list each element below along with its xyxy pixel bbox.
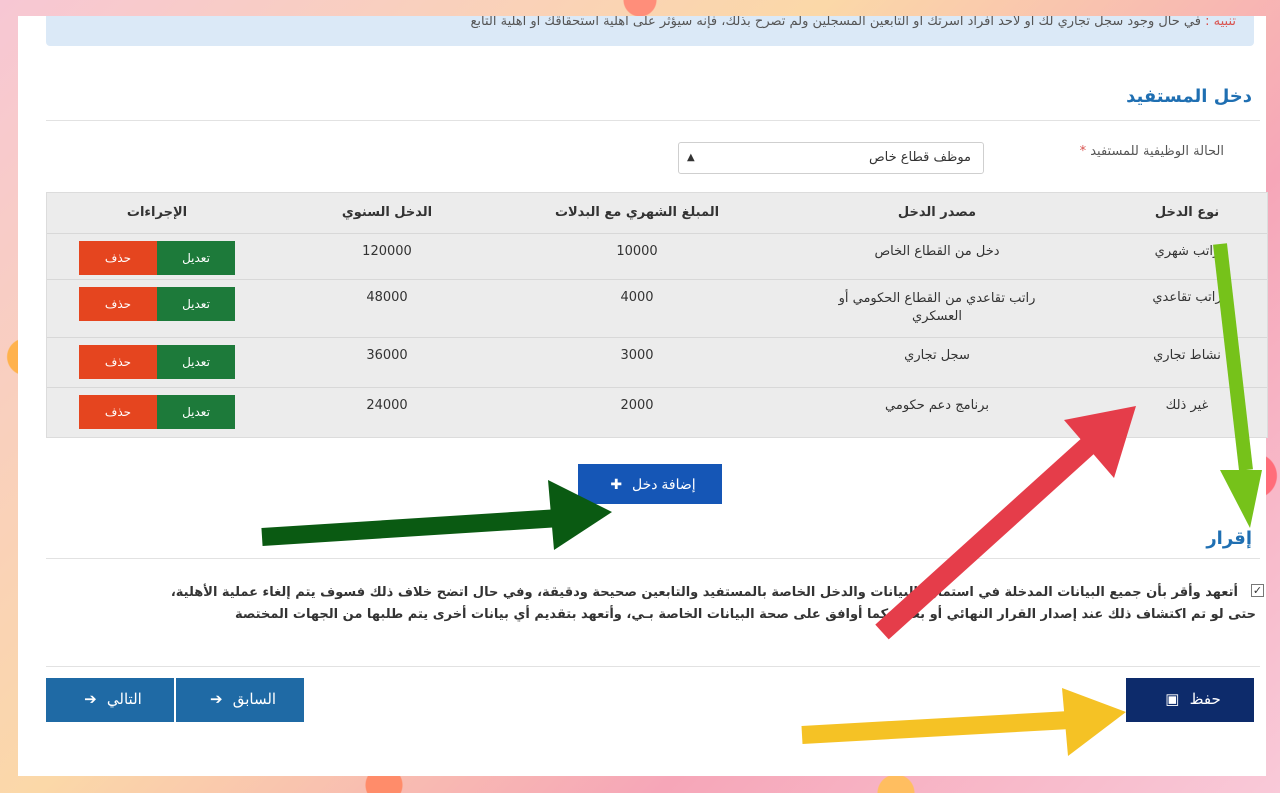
floppy-disk-icon: ▣: [1165, 691, 1180, 708]
cell-income-type: نشاط تجاري: [1107, 336, 1267, 387]
edit-button[interactable]: تعديل: [157, 240, 235, 275]
divider: [46, 666, 1260, 667]
required-mark: *: [1079, 144, 1087, 159]
add-income-button[interactable]: إضافة دخل ✚: [578, 464, 722, 504]
cell-income-source: برنامج دعم حكومي: [767, 386, 1107, 439]
plus-icon: ✚: [610, 476, 623, 492]
cell-income-type: غير ذلك: [1107, 386, 1267, 439]
cell-monthly-amount: 4000: [507, 278, 767, 337]
table-row: غير ذلك برنامج دعم حكومي 2000 24000 تعدي…: [47, 386, 1267, 439]
notice-banner: تنبيه : في حال وجود سجل تجاري لك أو لأحد…: [46, 16, 1254, 46]
income-section-title: دخل المستفيد: [1126, 86, 1252, 107]
cell-monthly-amount: 2000: [507, 386, 767, 439]
cell-annual-income: 120000: [267, 232, 507, 279]
declaration-text: أتعهد وأقر بأن جميع البيانات المدخلة في …: [46, 582, 1256, 626]
employment-status-value: موظف قطاع خاص: [868, 150, 971, 165]
delete-button[interactable]: حذف: [79, 286, 157, 321]
arrow-circle-icon: ➔: [209, 691, 223, 708]
notice-text: في حال وجود سجل تجاري لك أو لأحد أفراد أ…: [470, 16, 1201, 29]
delete-button[interactable]: حذف: [79, 394, 157, 429]
table-header-row: نوع الدخل مصدر الدخل المبلغ الشهري مع ال…: [47, 193, 1267, 233]
header-annual-income: الدخل السنوي: [341, 205, 433, 221]
cell-annual-income: 48000: [267, 278, 507, 337]
cell-actions: تعديلحذف: [47, 336, 267, 387]
declaration-title: إقرار: [1206, 528, 1252, 549]
header-income-type: نوع الدخل: [1154, 205, 1220, 221]
cell-income-type: راتب شهري: [1107, 232, 1267, 279]
declaration-line-2: حتى لو تم اكتشاف ذلك عند إصدار القرار ال…: [234, 607, 1256, 622]
header-income-source: مصدر الدخل: [897, 205, 977, 221]
arrow-circle-icon: ➔: [84, 691, 97, 708]
employment-status-select[interactable]: موظف قطاع خاص ▲: [678, 142, 984, 174]
edit-button[interactable]: تعديل: [157, 344, 235, 379]
declaration-line-1: أتعهد وأقر بأن جميع البيانات المدخلة في …: [170, 585, 1238, 600]
add-income-label: إضافة دخل: [632, 476, 696, 492]
main-panel: تنبيه : في حال وجود سجل تجاري لك أو لأحد…: [18, 16, 1268, 776]
save-button[interactable]: حفظ ▣: [1126, 678, 1254, 722]
divider: [46, 120, 1260, 121]
select-arrows-icon: ▲: [687, 152, 695, 163]
cell-income-source: راتب تقاعدي من القطاع الحكومي أو العسكري: [767, 278, 1107, 337]
cell-annual-income: 24000: [267, 386, 507, 439]
header-actions: الإجراءات: [126, 205, 188, 221]
cell-actions: تعديلحذف: [47, 232, 267, 279]
cell-actions: تعديلحذف: [47, 386, 267, 439]
table-row: راتب شهري دخل من القطاع الخاص 10000 1200…: [47, 232, 1267, 279]
next-button[interactable]: التالي ➔: [46, 678, 174, 722]
cell-monthly-amount: 10000: [507, 232, 767, 279]
table-row: نشاط تجاري سجل تجاري 3000 36000 تعديلحذف: [47, 336, 1267, 387]
previous-button[interactable]: السابق ➔: [176, 678, 304, 722]
cell-income-source: سجل تجاري: [767, 336, 1107, 387]
cell-income-source: دخل من القطاع الخاص: [767, 232, 1107, 279]
delete-button[interactable]: حذف: [79, 240, 157, 275]
employment-status-label: الحالة الوظيفية للمستفيد *: [1080, 144, 1224, 159]
edit-button[interactable]: تعديل: [157, 286, 235, 321]
cell-annual-income: 36000: [267, 336, 507, 387]
income-table: نوع الدخل مصدر الدخل المبلغ الشهري مع ال…: [46, 192, 1268, 439]
cell-monthly-amount: 3000: [507, 336, 767, 387]
delete-button[interactable]: حذف: [79, 344, 157, 379]
header-monthly-amount: المبلغ الشهري مع البدلات: [554, 205, 720, 221]
save-label: حفظ: [1189, 691, 1221, 708]
next-label: التالي: [106, 691, 142, 708]
notice-label: تنبيه :: [1205, 16, 1236, 29]
divider: [46, 558, 1260, 559]
employment-status-label-text: الحالة الوظيفية للمستفيد: [1090, 144, 1224, 159]
edit-button[interactable]: تعديل: [157, 394, 235, 429]
previous-label: السابق: [232, 691, 277, 708]
cell-income-type: راتب تقاعدي: [1107, 278, 1267, 337]
cell-actions: تعديلحذف: [47, 278, 267, 337]
table-row: راتب تقاعدي راتب تقاعدي من القطاع الحكوم…: [47, 278, 1267, 337]
